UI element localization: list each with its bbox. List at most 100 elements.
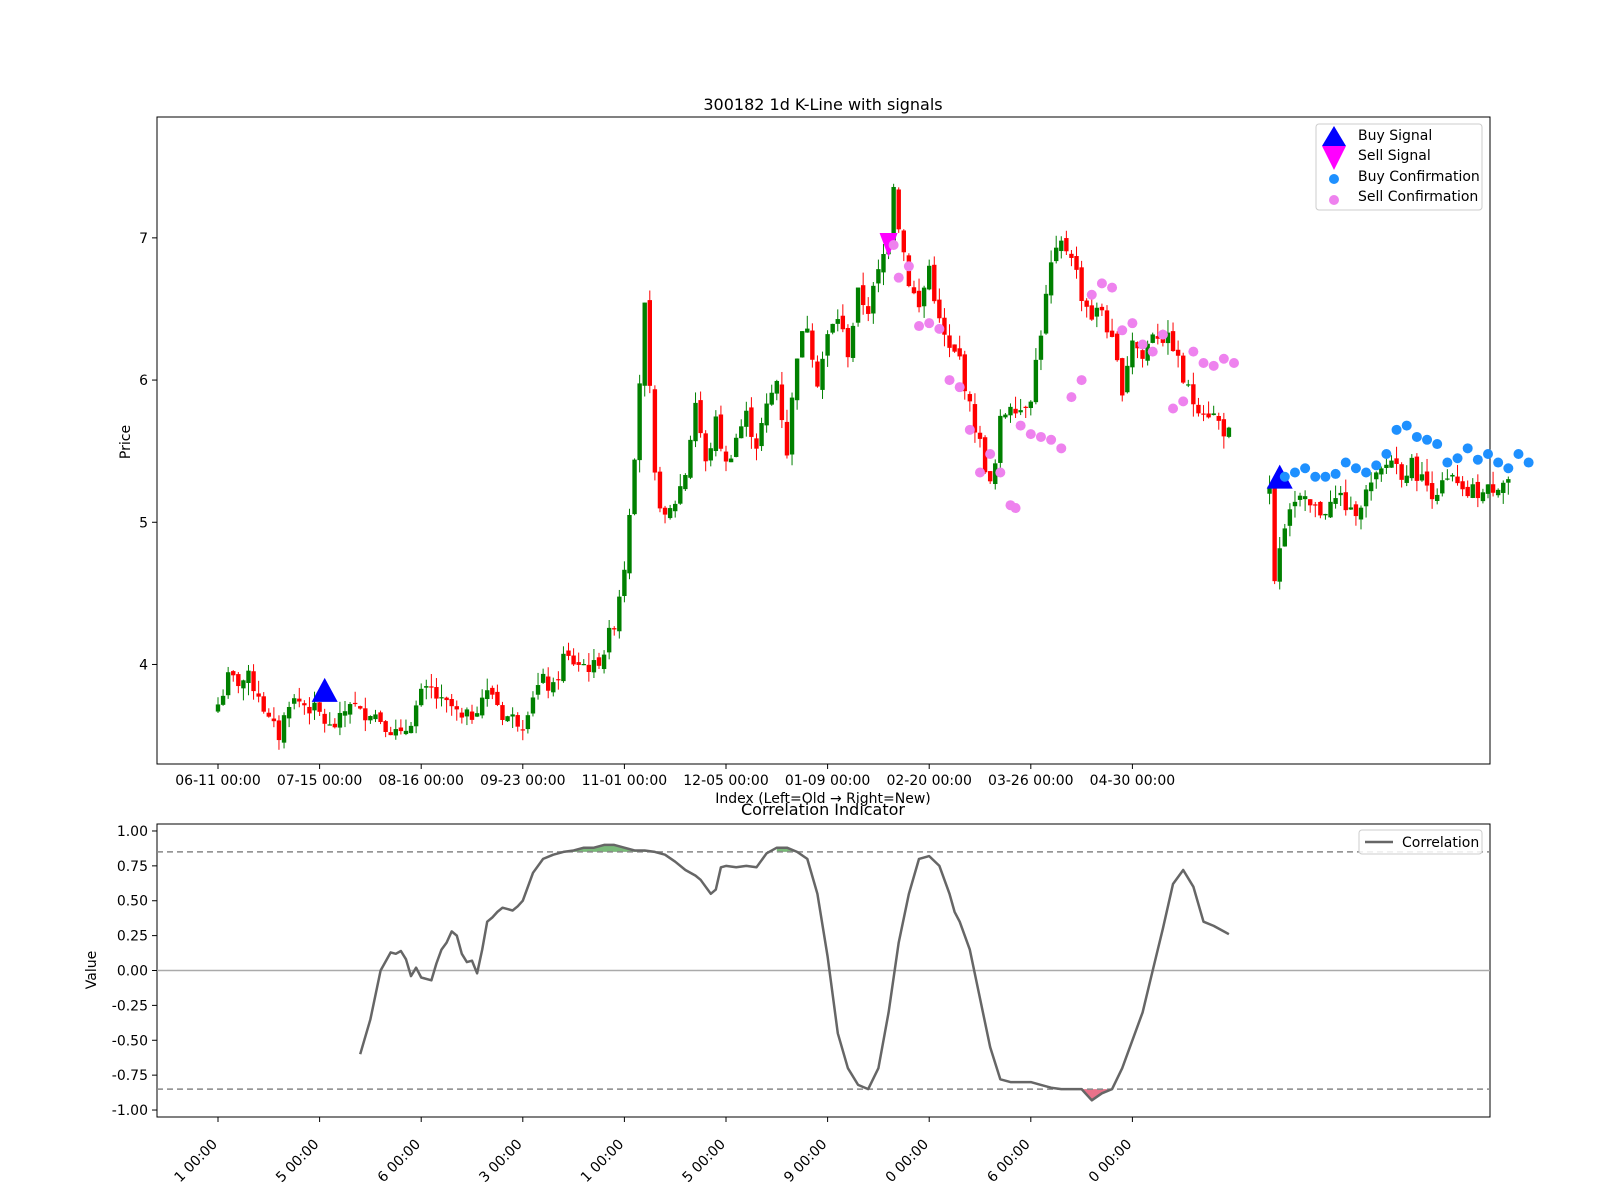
candlestick (1038, 330, 1044, 371)
candlestick (1064, 230, 1069, 255)
signal-point (1432, 439, 1443, 450)
candlestick (251, 664, 256, 700)
signal-point (1198, 358, 1209, 369)
candlestick (871, 282, 876, 324)
candlestick (1313, 501, 1318, 518)
candlestick (1435, 488, 1440, 505)
candlestick (1445, 469, 1450, 481)
legend-correlation-label: Correlation (1402, 835, 1479, 851)
candlestick (469, 704, 475, 724)
candlestick (479, 689, 485, 719)
candlestick (1125, 356, 1130, 394)
legend-sell-confirmation-label: Sell Confirmation (1358, 189, 1478, 205)
correlation-x-tick-label: 6 00:00 (375, 1137, 424, 1186)
candlestick (1368, 472, 1374, 501)
candlestick (1079, 260, 1084, 312)
candlestick (297, 687, 302, 708)
candlestick (840, 304, 846, 333)
candlestick (261, 692, 266, 714)
candlestick (1363, 484, 1369, 518)
signal-point (1310, 471, 1321, 482)
candlestick (1495, 488, 1501, 498)
candlestick (947, 324, 952, 358)
candlestick (1196, 397, 1201, 417)
kline-x-tick-label: 11-01 00:00 (582, 773, 667, 789)
candlestick (1501, 480, 1506, 504)
correlation-y-tick-label: 0.50 (117, 894, 148, 910)
candlestick (810, 323, 815, 368)
candlestick (1094, 302, 1100, 328)
candlestick (1221, 412, 1227, 449)
candlestick (276, 715, 282, 750)
signal-point (1442, 457, 1453, 468)
candlestick (1074, 246, 1079, 279)
candlestick (347, 702, 353, 724)
candlestick (449, 693, 454, 716)
signal-point (1340, 457, 1351, 468)
candlestick (1226, 426, 1232, 439)
candlestick (302, 700, 307, 715)
signal-point (1035, 431, 1046, 442)
candlesticks (215, 183, 1511, 750)
candlestick (1150, 332, 1155, 344)
candlestick (398, 719, 404, 735)
signal-point (964, 424, 975, 435)
signal-point (1330, 468, 1341, 479)
correlation-y-tick-label: 0.00 (117, 964, 148, 980)
candlestick (693, 392, 698, 448)
signal-point (1076, 375, 1087, 386)
candlestick (876, 259, 881, 293)
candlestick (1394, 446, 1399, 475)
candlestick (774, 379, 779, 401)
signal-point (1279, 471, 1290, 482)
candlestick (556, 671, 561, 690)
candlestick (1374, 471, 1379, 489)
candlestick (317, 701, 322, 716)
candlestick (1023, 405, 1028, 419)
candlestick (454, 700, 459, 721)
signal-point (1066, 392, 1077, 403)
candlestick (474, 706, 480, 718)
signal-point (1462, 443, 1473, 454)
candlestick (901, 229, 906, 262)
signal-point (1096, 278, 1107, 289)
candlestick (1186, 379, 1191, 388)
candlestick (779, 371, 785, 429)
candlestick (1130, 332, 1135, 375)
candlestick (1409, 454, 1414, 481)
candlestick (794, 358, 800, 410)
candlestick (601, 650, 607, 674)
signal-point (1361, 467, 1372, 478)
candlestick (881, 243, 886, 286)
candlestick (434, 678, 439, 709)
signal-point (1086, 289, 1097, 300)
signal-point (934, 323, 945, 334)
candlestick (1175, 340, 1181, 368)
figure: 300182 1d K-Line with signals 4 5 6 7 06-11… (84, 95, 1534, 1186)
correlation-chart-title: Correlation Indicator (741, 800, 905, 819)
signal-point (1401, 420, 1412, 431)
candlestick (225, 666, 231, 699)
candlestick (728, 454, 734, 463)
signal-point (1503, 463, 1514, 474)
candlestick (789, 392, 795, 466)
kline-x-tick-label: 07-15 00:00 (277, 773, 362, 789)
candlestick (337, 701, 343, 736)
candlestick (327, 712, 332, 726)
candlestick (586, 653, 592, 682)
candlestick (860, 272, 866, 315)
candlestick (1404, 465, 1409, 487)
candlestick (769, 384, 774, 406)
candlestick (688, 435, 693, 480)
candlestick (967, 391, 973, 412)
correlation-y-tick-label: 0.75 (117, 859, 148, 875)
candlestick (1323, 513, 1328, 520)
candlestick (352, 691, 358, 707)
candlestick (576, 652, 581, 672)
candlestick (342, 701, 348, 728)
signal-point (1107, 282, 1118, 293)
candlestick (520, 719, 525, 741)
candlestick (1206, 401, 1211, 419)
candlestick (1114, 331, 1120, 362)
candlestick (1287, 503, 1293, 537)
